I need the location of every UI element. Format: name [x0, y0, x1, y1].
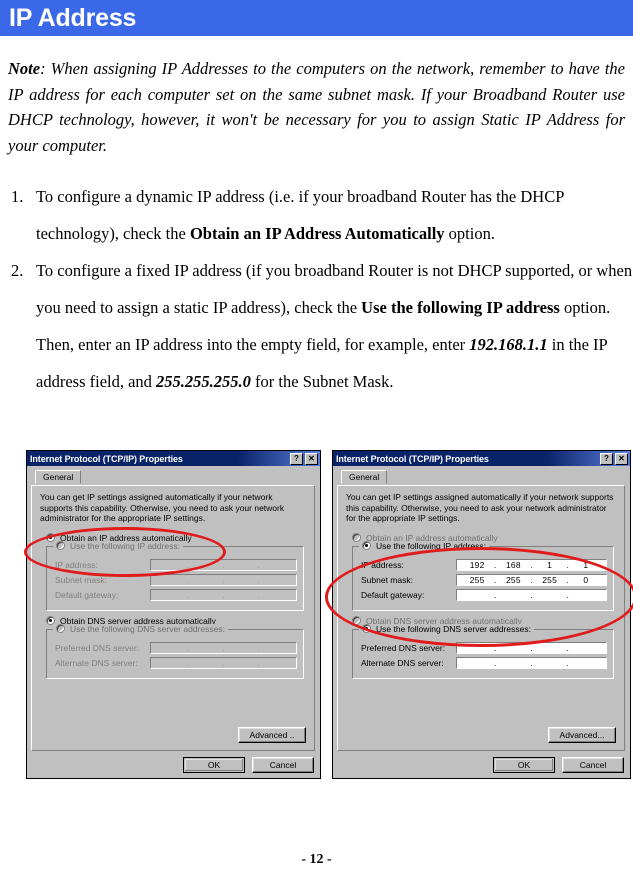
dialog-footer: OK Cancel [183, 757, 314, 773]
tab-panel-general: You can get IP settings assigned automat… [337, 485, 625, 751]
subnet-mask-row: Subnet mask: 255. 255. 255. 0 [361, 573, 607, 586]
default-gateway-label: Default gateway: [55, 589, 119, 600]
tab-strip: General [341, 470, 625, 485]
dialog-title: Internet Protocol (TCP/IP) Properties [336, 453, 489, 464]
dialog-description: You can get IP settings assigned automat… [346, 492, 614, 523]
ip-address-input[interactable]: ... [150, 558, 297, 571]
radio-icon[interactable] [56, 541, 65, 550]
alternate-dns-row: Alternate DNS server: ... [361, 656, 607, 669]
radio-use-following-dns[interactable]: Use the following DNS server addresses: [359, 623, 534, 634]
subnet-mask-label: Subnet mask: [361, 574, 413, 585]
radio-label: Use the following DNS server addresses: [70, 623, 225, 634]
list-item-text: To configure a dynamic IP address (i.e. … [36, 187, 564, 243]
list-item-number: 1. [11, 187, 24, 206]
instruction-list: 1. To configure a dynamic IP address (i.… [8, 178, 633, 400]
help-icon[interactable]: ? [600, 452, 613, 465]
list-item: 1. To configure a dynamic IP address (i.… [8, 178, 633, 252]
default-gateway-input[interactable]: ... [150, 588, 297, 601]
alternate-dns-input[interactable]: ... [456, 656, 607, 669]
preferred-dns-label: Preferred DNS server: [361, 642, 446, 653]
cancel-button[interactable]: Cancel [562, 757, 624, 773]
radio-icon[interactable] [362, 541, 371, 550]
list-item-text: To configure a fixed IP address (if you … [36, 261, 633, 391]
radio-label: Use the following IP address: [376, 540, 486, 551]
dialog-description: You can get IP settings assigned automat… [40, 492, 285, 523]
radio-icon[interactable] [56, 624, 65, 633]
alternate-dns-label: Alternate DNS server: [55, 657, 138, 668]
dialog-body: General You can get IP settings assigned… [333, 466, 630, 778]
ip-address-label: IP address: [361, 559, 404, 570]
subnet-mask-label: Subnet mask: [55, 574, 107, 585]
ip-address-label: IP address: [55, 559, 98, 570]
note-label: Note [8, 59, 41, 78]
ip-address-row: IP address: ... [55, 558, 297, 571]
ip-address-input[interactable]: 192. 168. 1. 1 [456, 558, 607, 571]
ok-button[interactable]: OK [493, 757, 555, 773]
subnet-mask-input[interactable]: ... [150, 573, 297, 586]
preferred-dns-input[interactable]: ... [150, 641, 297, 654]
tab-general[interactable]: General [35, 470, 82, 484]
close-icon[interactable]: ✕ [615, 452, 628, 465]
dialog-body: General You can get IP settings assigned… [27, 466, 320, 778]
preferred-dns-input[interactable]: ... [456, 641, 607, 654]
static-ip-group: Use the following IP address: IP address… [46, 540, 304, 611]
default-gateway-row: Default gateway: ... [55, 588, 297, 601]
cancel-button[interactable]: Cancel [252, 757, 314, 773]
radio-use-following-ip[interactable]: Use the following IP address: [53, 540, 183, 551]
ip-address-row: IP address: 192. 168. 1. 1 [361, 558, 607, 571]
alternate-dns-input[interactable]: ... [150, 656, 297, 669]
default-gateway-row: Default gateway: ... [361, 588, 607, 601]
dialog-titlebar[interactable]: Internet Protocol (TCP/IP) Properties ? … [27, 451, 320, 466]
dialog-title: Internet Protocol (TCP/IP) Properties [30, 453, 183, 464]
advanced-button[interactable]: Advanced... [548, 727, 616, 743]
default-gateway-input[interactable]: ... [456, 588, 607, 601]
preferred-dns-row: Preferred DNS server: ... [55, 641, 297, 654]
dialog-footer: OK Cancel [493, 757, 624, 773]
note-text: : When assigning IP Addresses to the com… [8, 59, 625, 155]
advanced-button[interactable]: Advanced .. [238, 727, 306, 743]
tab-general[interactable]: General [341, 470, 388, 484]
help-icon[interactable]: ? [290, 452, 303, 465]
tcpip-properties-dialog-dhcp[interactable]: Internet Protocol (TCP/IP) Properties ? … [26, 450, 321, 779]
radio-icon[interactable] [362, 624, 371, 633]
subnet-mask-row: Subnet mask: ... [55, 573, 297, 586]
tab-strip: General [35, 470, 315, 485]
alternate-dns-row: Alternate DNS server: ... [55, 656, 297, 669]
list-item-number: 2. [11, 261, 24, 280]
subnet-mask-input[interactable]: 255. 255. 255. 0 [456, 573, 607, 586]
ok-button[interactable]: OK [183, 757, 245, 773]
list-item: 2. To configure a fixed IP address (if y… [8, 252, 633, 400]
page-number: - 12 - [301, 852, 332, 867]
dialog-titlebar[interactable]: Internet Protocol (TCP/IP) Properties ? … [333, 451, 630, 466]
tab-panel-general: You can get IP settings assigned automat… [31, 485, 315, 751]
static-dns-group: Use the following DNS server addresses: … [46, 623, 304, 679]
radio-label: Use the following DNS server addresses: [376, 623, 531, 634]
preferred-dns-row: Preferred DNS server: ... [361, 641, 607, 654]
static-ip-group: Use the following IP address: IP address… [352, 540, 614, 611]
page-title: IP Address [9, 4, 137, 32]
note-paragraph: Note: When assigning IP Addresses to the… [8, 56, 625, 158]
page-header-banner: IP Address [0, 0, 633, 36]
radio-label: Use the following IP address: [70, 540, 180, 551]
static-dns-group: Use the following DNS server addresses: … [352, 623, 614, 679]
radio-use-following-ip[interactable]: Use the following IP address: [359, 540, 489, 551]
radio-use-following-dns[interactable]: Use the following DNS server addresses: [53, 623, 228, 634]
default-gateway-label: Default gateway: [361, 589, 425, 600]
alternate-dns-label: Alternate DNS server: [361, 657, 444, 668]
preferred-dns-label: Preferred DNS server: [55, 642, 140, 653]
tcpip-properties-dialog-static[interactable]: Internet Protocol (TCP/IP) Properties ? … [332, 450, 631, 779]
close-icon[interactable]: ✕ [305, 452, 318, 465]
